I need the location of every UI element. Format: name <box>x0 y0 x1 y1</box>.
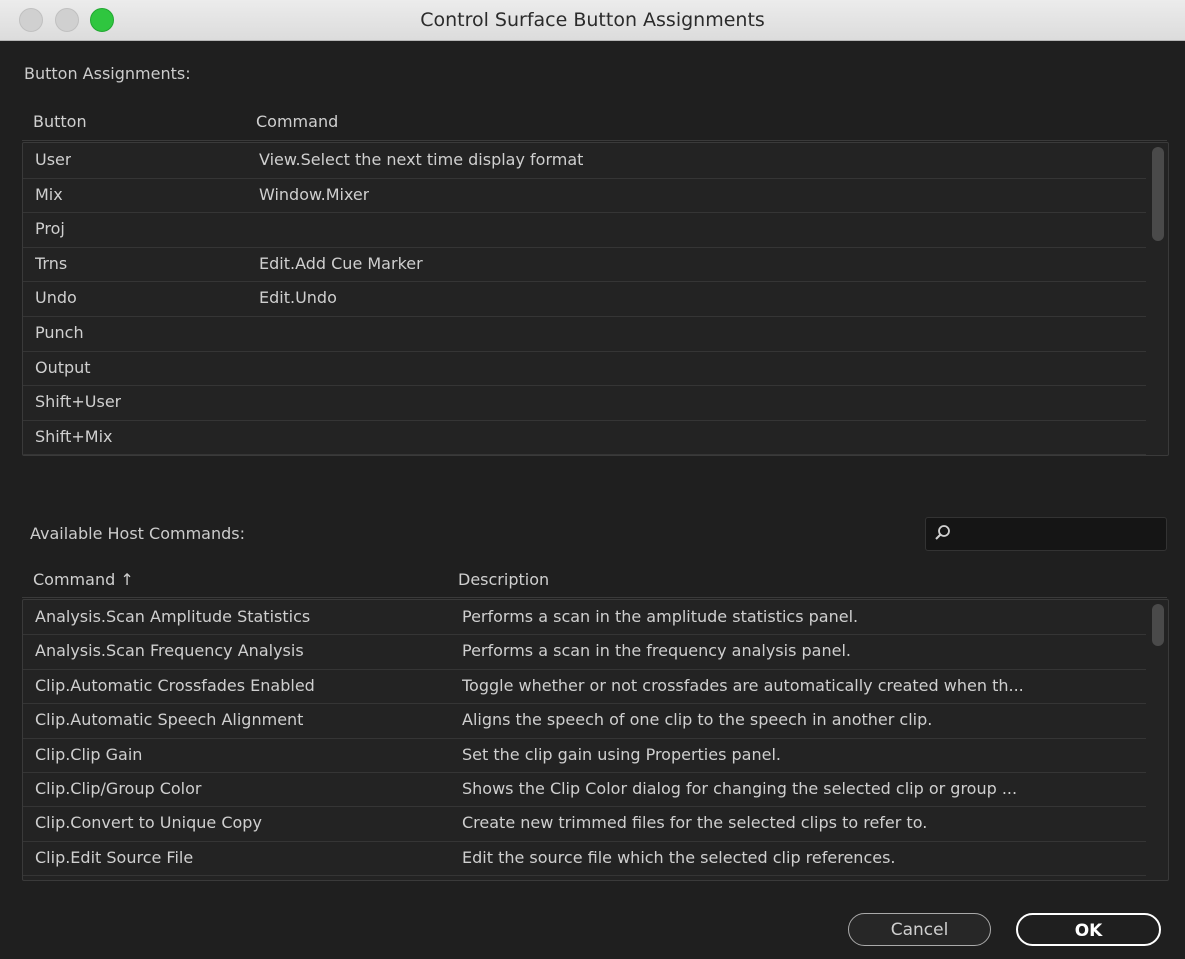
host-command-row[interactable]: Clip.Automatic Speech Alignment Aligns th… <box>23 703 1146 739</box>
host-command-row[interactable]: Analysis.Scan Amplitude Statistics Perfor… <box>23 600 1146 636</box>
assignment-row[interactable]: Output <box>23 351 1146 387</box>
cancel-button[interactable]: Cancel <box>848 913 991 946</box>
assignment-button-cell: Undo <box>35 288 77 308</box>
assignment-button-cell: Punch <box>35 323 84 342</box>
host-command-description-cell: Set the clip gain using Properties panel… <box>462 744 781 764</box>
ok-button[interactable]: OK <box>1016 913 1161 946</box>
assignment-command-cell: View.Select the next time display format <box>259 150 584 169</box>
assignment-row[interactable]: Trns Edit.Add Cue Marker <box>23 247 1146 283</box>
assignment-button-cell: User <box>35 150 72 169</box>
host-commands-label: Available Host Commands: <box>30 524 245 543</box>
host-command-name-cell: Clip.Clip Gain <box>35 744 143 764</box>
header-divider <box>22 140 1167 141</box>
button-assignments-table: User View.Select the next time display fo… <box>22 142 1169 456</box>
assignment-command-cell: Window.Mixer <box>259 184 370 204</box>
column-header-button[interactable]: Button <box>33 112 87 131</box>
host-command-description-cell: Toggle whether or not crossfades are aut… <box>462 675 1024 695</box>
assignment-command-cell: Edit.Add Cue Marker <box>259 253 423 273</box>
host-command-name-cell: Clip.Edit Source File <box>35 847 194 867</box>
host-command-row[interactable]: Clip.Convert to Unique Copy Create new tr… <box>23 806 1146 842</box>
assignments-scrollbar-thumb[interactable] <box>1152 147 1164 241</box>
host-command-description-cell: Performs a scan in the frequency analysi… <box>462 641 851 661</box>
assignment-command-cell: Edit.Undo <box>259 288 337 308</box>
assignment-row[interactable]: Punch <box>23 316 1146 352</box>
host-command-name-cell: Clip.Automatic Crossfades Enabled <box>35 675 315 695</box>
host-command-row[interactable]: Analysis.Scan Frequency Analysis Performs… <box>23 634 1146 670</box>
host-command-name-cell: Clip.Automatic Speech Alignment <box>35 710 304 730</box>
host-command-name-cell: Analysis.Scan Amplitude Statistics <box>35 607 311 626</box>
host-command-description-cell: Shows the Clip Color dialog for changing… <box>462 779 1018 798</box>
button-assignments-label: Button Assignments: <box>24 64 191 83</box>
host-command-row[interactable]: Clip.Edit Source File Edit the source fil… <box>23 841 1146 877</box>
assignment-row[interactable]: Shift+Mix <box>23 420 1146 455</box>
host-command-name-cell: Clip.Clip/Group Color <box>35 779 202 798</box>
host-commands-table: Analysis.Scan Amplitude Statistics Perfor… <box>22 599 1169 881</box>
assignment-row[interactable]: Proj <box>23 212 1146 248</box>
column-header-description[interactable]: Description <box>458 570 549 589</box>
assignment-row[interactable]: Shift+User <box>23 385 1146 421</box>
assignment-button-cell: Output <box>35 357 91 377</box>
assignment-button-cell: Proj <box>35 219 65 239</box>
host-command-description-cell: Aligns the speech of one clip to the spe… <box>462 710 933 730</box>
host-command-row[interactable]: Clip.Clip/Group Color Shows the Clip Colo… <box>23 772 1146 808</box>
assignment-row[interactable]: Mix Window.Mixer <box>23 178 1146 214</box>
host-command-row[interactable]: Clip.Clip Gain Set the clip gain using Pr… <box>23 738 1146 773</box>
host-command-name-cell: Analysis.Scan Frequency Analysis <box>35 641 304 661</box>
column-header-host-command[interactable]: Command ↑ <box>33 570 134 589</box>
host-command-row[interactable]: Clip.Automatic Crossfades Enabled Toggle … <box>23 669 1146 705</box>
assignment-button-cell: Mix <box>35 184 63 204</box>
title-bar: Control Surface Button Assignments <box>0 0 1185 41</box>
window-title: Control Surface Button Assignments <box>420 9 765 31</box>
host-command-description-cell: Create new trimmed files for the selecte… <box>462 813 928 833</box>
host-commands-scrollbar-thumb[interactable] <box>1152 604 1164 646</box>
assignment-button-cell: Shift+User <box>35 392 122 412</box>
assignment-button-cell: Shift+Mix <box>35 426 113 446</box>
command-search-input[interactable] <box>925 517 1167 551</box>
assignment-button-cell: Trns <box>35 253 68 273</box>
dialog-window: Control Surface Button Assignments Butto… <box>0 0 1185 959</box>
assignment-row[interactable]: User View.Select the next time display fo… <box>23 143 1146 179</box>
host-command-description-cell: Edit the source file which the selected … <box>462 847 896 867</box>
header-divider <box>22 597 1167 598</box>
host-command-name-cell: Clip.Convert to Unique Copy <box>35 813 262 833</box>
column-header-command[interactable]: Command <box>256 112 338 131</box>
search-icon <box>935 525 950 540</box>
host-command-description-cell: Performs a scan in the amplitude statist… <box>462 607 859 626</box>
assignment-row[interactable]: Undo Edit.Undo <box>23 281 1146 317</box>
